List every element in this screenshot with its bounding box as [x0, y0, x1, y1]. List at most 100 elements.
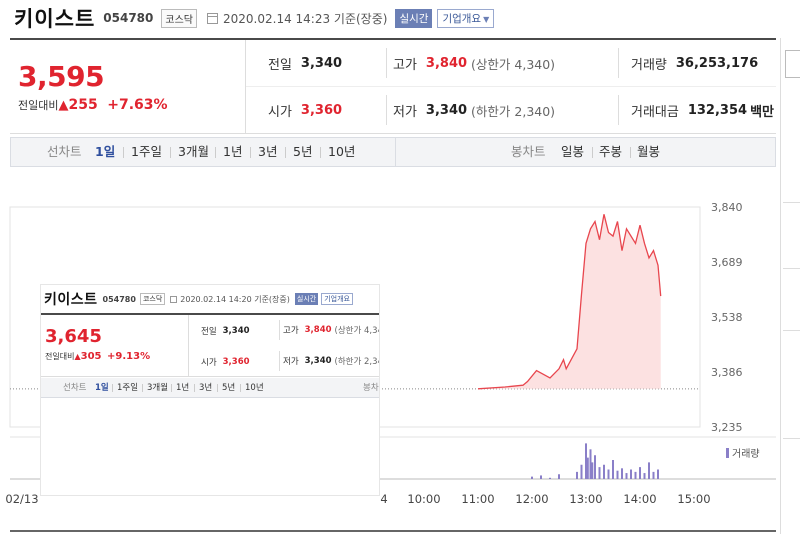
tab-divider [592, 147, 593, 158]
calendar-icon [207, 12, 218, 24]
tab-3years[interactable]: 3년 [258, 138, 277, 166]
tab-divider [112, 384, 113, 392]
low-value: 3,340 [425, 102, 468, 118]
x-tick-label: 15:00 [677, 492, 710, 506]
overlay-realtime-button[interactable]: 실시간 [294, 293, 319, 305]
volume-bar [580, 464, 583, 479]
prev-close: 전일 3,340 [268, 40, 342, 87]
volume-bar [531, 476, 533, 479]
overlay-lower-limit: (하한가 2,340 [334, 357, 379, 367]
overlay-change-amount: 305 [80, 351, 102, 362]
high-value: 3,840 [425, 55, 468, 71]
overlay-low-label: 저가 [283, 357, 299, 367]
overlay-tab-1week[interactable]: 1주일 [117, 378, 138, 398]
y-tick-label: 3,386 [711, 366, 743, 379]
volume-bar [594, 455, 596, 479]
volume-bar [612, 460, 614, 479]
volume-bar [558, 474, 560, 479]
overlay-price-summary: 3,645 전일대비▲305 +9.13% 전일 3,340 고가 3,840 (상한… [41, 313, 379, 377]
side-divider [783, 330, 800, 331]
chart-period-tabs: 선차트 1일 1주일 3개월 1년 3년 5년 10년 봉차트 일봉 주봉 월봉 [10, 137, 776, 167]
volume-legend-label: 거래량 [732, 448, 760, 460]
tab-weekly-candle[interactable]: 주봉 [599, 138, 622, 166]
overlay-stock-name: 키이스트 [44, 292, 98, 308]
overlay-tab-1year[interactable]: 1년 [176, 378, 189, 398]
x-tick-label: 11:00 [461, 492, 494, 506]
tab-divider [123, 147, 124, 158]
candle-chart-label: 봉차트 [511, 144, 546, 159]
change-rate: +7.63% [107, 97, 168, 113]
high-label: 고가 [393, 57, 417, 73]
tabbar-divider [395, 138, 396, 166]
y-tick-label: 3,689 [711, 256, 743, 269]
trade-amount: 거래대금 132,354 백만 [618, 95, 774, 125]
tab-3months[interactable]: 3개월 [178, 138, 209, 166]
overlay-period-tabs: 선차트 1일 1주일 3개월 1년 3년 5년 10년 봉차 [41, 378, 379, 398]
volume-bar [643, 473, 646, 479]
tab-divider [217, 384, 218, 392]
overlay-prev-close: 전일 3,340 [201, 315, 250, 346]
volume-bar [652, 471, 655, 479]
tab-divider [630, 147, 631, 158]
overlay-line-chart-label: 선차트 [63, 383, 87, 393]
overlay-price-change: 전일대비▲305 +9.13% [45, 351, 150, 362]
tab-divider [250, 147, 251, 158]
overlay-prev-close-label: 전일 [201, 326, 217, 337]
overlay-prev-close-value: 3,340 [222, 325, 250, 336]
side-search-box[interactable] [785, 50, 800, 78]
price-info-grid: 전일 3,340 고가 3,840 (상한가 4,340) 거래량 36,253,176… [246, 40, 776, 134]
info-row-1: 전일 3,340 고가 3,840 (상한가 4,340) 거래량 36,253,176 [246, 40, 776, 87]
volume-bar [576, 471, 578, 479]
overlay-tab-5years[interactable]: 5년 [222, 378, 235, 398]
tab-divider [320, 147, 321, 158]
realtime-button[interactable]: 실시간 [395, 8, 433, 28]
overlay-high: 고가 3,840(상한가 4,340 [279, 320, 379, 340]
tab-1week[interactable]: 1주일 [131, 138, 162, 166]
overlay-company-overview-dropdown[interactable]: 기업개요 [321, 293, 353, 305]
volume-bar [639, 467, 641, 479]
overlay-open-label: 시가 [201, 357, 217, 368]
volume-label: 거래량 [631, 57, 667, 73]
x-tick-label: 4 [380, 492, 387, 506]
right-side-panel [780, 38, 800, 534]
volume-bar [616, 470, 619, 479]
timestamp: 2020.02.14 14:23 기준(장중) [223, 11, 388, 26]
volume-legend-swatch [726, 448, 729, 458]
overlay-current-price: 3,645 [45, 326, 102, 347]
tab-5years[interactable]: 5년 [293, 138, 312, 166]
tab-divider [240, 384, 241, 392]
tab-1year[interactable]: 1년 [223, 138, 242, 166]
overlay-candle-chart-label: 봉차 [363, 383, 379, 393]
side-divider [783, 438, 800, 439]
company-overview-dropdown[interactable]: 기업개요 ▼ [437, 8, 495, 28]
stock-code: 054780 [103, 11, 154, 25]
volume-bar [621, 468, 623, 479]
volume-bar [625, 473, 628, 479]
x-tick-label: 13:00 [569, 492, 602, 506]
y-tick-label: 3,538 [711, 311, 743, 324]
tab-10years[interactable]: 10년 [328, 138, 355, 166]
overlay-tab-1day[interactable]: 1일 [95, 378, 109, 398]
open-label: 시가 [268, 105, 292, 120]
tab-daily-candle[interactable]: 일봉 [561, 138, 584, 166]
overlay-tab-10years[interactable]: 10년 [245, 378, 264, 398]
side-divider [783, 268, 800, 269]
company-overview-label: 기업개요 [442, 12, 482, 25]
volume-bar [585, 443, 587, 479]
diff-label: 전일대비 [18, 99, 59, 112]
current-price: 3,595 [18, 60, 105, 93]
overlay-high-label: 고가 [283, 326, 299, 336]
tab-1day[interactable]: 1일 [95, 138, 115, 166]
overlay-tab-3years[interactable]: 3년 [199, 378, 212, 398]
low-label: 저가 [393, 104, 417, 120]
overlay-header: 키이스트 054780 코스닥 2020.02.14 14:20 기준(장중) … [44, 289, 353, 309]
tab-monthly-candle[interactable]: 월봉 [637, 138, 660, 166]
lower-limit: (하한가 2,340) [471, 103, 556, 119]
tab-divider [171, 384, 172, 392]
price-change: 전일대비▲255 +7.63% [18, 97, 168, 113]
overlay-open-value: 3,360 [222, 356, 250, 367]
stock-header: 키이스트 054780 코스닥 2020.02.14 14:23 기준(장중) … [14, 4, 495, 32]
overlay-tab-3months[interactable]: 3개월 [147, 378, 168, 398]
volume-bar [549, 477, 551, 479]
volume-bar [657, 469, 659, 479]
